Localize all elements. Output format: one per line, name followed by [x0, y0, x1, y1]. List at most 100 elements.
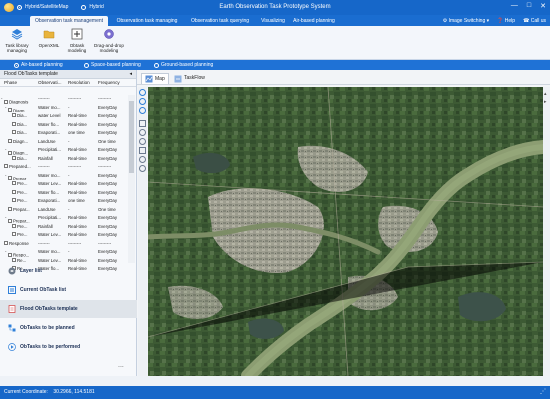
scroll-right-icon[interactable]: ▸ [544, 99, 547, 105]
tree-cell-obs: water Level [38, 113, 61, 118]
tree-cell-freq: EveryDay [98, 147, 118, 152]
satellite-map[interactable] [148, 87, 543, 376]
tab-map[interactable]: Map [141, 73, 169, 84]
pan-icon[interactable] [139, 107, 146, 114]
row-checkbox[interactable] [4, 99, 8, 104]
row-checkbox[interactable] [8, 252, 12, 257]
refresh-icon[interactable] [139, 165, 146, 172]
row-checkbox[interactable] [8, 206, 12, 211]
zoom-in-icon[interactable] [139, 89, 146, 96]
scrollbar-thumb[interactable] [129, 101, 134, 173]
tree-row[interactable]: Pre... Rainfall Real-time EveryDay [0, 223, 128, 232]
resize-grip-icon[interactable]: ⋰ [540, 386, 546, 399]
row-checkbox[interactable] [8, 218, 12, 223]
row-checkbox[interactable] [12, 189, 16, 194]
tree-cell-freq: EveryDay [98, 104, 118, 110]
tree-row[interactable]: Prepared... -------- --------- --------- [0, 163, 128, 172]
nav-layer-list[interactable]: Layer list [0, 262, 137, 280]
nav-obtasks-to-be-planned[interactable]: ObTasks to be planned [0, 319, 137, 337]
tab-observation-task-managing[interactable]: Observation task managing [112, 16, 182, 26]
tree-row[interactable]: Response -------- --------- --------- [0, 240, 128, 249]
tree-scrollbar[interactable] [128, 95, 135, 263]
select-icon[interactable] [139, 129, 146, 136]
tree-row[interactable]: -Prepar... Precipitati... Real-time EveryDa… [0, 214, 128, 223]
call-us-menu[interactable]: ☎ Call us [523, 16, 546, 26]
tab-visualizing[interactable]: Visualizing [258, 16, 288, 26]
col-observation[interactable]: Observati... [38, 79, 68, 86]
row-checkbox[interactable] [12, 198, 16, 203]
row-checkbox[interactable] [12, 181, 16, 186]
tree-row[interactable]: Prepar... LandUse - One time [0, 206, 128, 215]
image-switching-menu[interactable]: ⚙ Image Switching ▾ [443, 16, 489, 26]
more-options-button[interactable]: ... [118, 362, 124, 369]
tree-cell-freq: EveryDay [98, 215, 118, 220]
ground-label: Ground-based planning [161, 62, 214, 68]
tree-cell-phase: Diagn... [0, 138, 38, 147]
tree-cell-res: one time [68, 130, 85, 135]
tree-cell-phase: -Diagn... [0, 146, 38, 155]
row-checkbox[interactable] [8, 176, 12, 180]
scroll-up-icon[interactable]: ▴ [544, 91, 547, 97]
tree-row[interactable]: -Diagn... Precipitati... Real-time EveryDay [0, 146, 128, 155]
row-checkbox[interactable] [4, 240, 8, 245]
tab-observation-task-management[interactable]: Observation task management [30, 16, 108, 26]
tree-row[interactable]: -Diagn... Water mo... - EveryDay [0, 104, 128, 112]
row-checkbox[interactable] [4, 164, 8, 169]
tree-cell-phase: -Prepar... [0, 214, 38, 223]
ground-based-planning-option[interactable]: Ground-based planning [154, 62, 213, 68]
tree-row[interactable]: -Respo... Water mo... - EveryDay [0, 248, 128, 257]
maximize-button[interactable]: □ [527, 2, 531, 10]
nav-flood-obtasks-template[interactable]: Flood ObTasks template [0, 300, 137, 318]
help-menu[interactable]: ❓ Help [497, 16, 515, 26]
tree-row[interactable]: -Diagnosis -------- --------- --------- [0, 95, 128, 104]
collapse-panel-icon[interactable]: ◂ [129, 70, 132, 79]
tree-row[interactable]: Pre... Water Lev... Real-time EveryDay [0, 180, 128, 189]
locate-icon[interactable] [139, 156, 146, 163]
air-based-planning-option[interactable]: Air-based planning [14, 62, 63, 68]
col-frequency[interactable]: Frequency [98, 79, 128, 86]
tab-observation-task-querying[interactable]: Observation task querying [186, 16, 254, 26]
nav-current-obtask-list[interactable]: Current ObTask list [0, 281, 137, 299]
draw-icon[interactable] [139, 147, 146, 154]
row-checkbox[interactable] [12, 223, 16, 228]
row-checkbox[interactable] [8, 150, 12, 155]
tab-air-based-planning[interactable]: Air-based planning [292, 16, 336, 26]
nav-obtasks-to-be-performed[interactable]: ObTasks to be performed [0, 338, 137, 356]
row-checkbox[interactable] [12, 232, 16, 237]
measure-icon[interactable] [139, 120, 146, 127]
tree-row[interactable]: Dia... Rainfall Real-time EveryDay [0, 155, 128, 164]
space-based-planning-option[interactable]: Space-based planning [84, 62, 141, 68]
tree-cell-freq: EveryDay [98, 130, 118, 135]
tree-row[interactable]: Pre... Evaporati... one time EveryDay [0, 197, 128, 206]
tree-row[interactable]: -Prepar... Water mo... - EveryDay [0, 172, 128, 180]
identify-icon[interactable] [139, 138, 146, 145]
tree-cell-freq: --------- [98, 96, 112, 101]
tree-row[interactable]: Dia... water Level Real-time EveryDay [0, 112, 128, 121]
nav-layer-list-label: Layer list [20, 268, 42, 274]
col-phase[interactable]: Phase [0, 79, 38, 86]
obtask-modeling-button[interactable]: Obtask modeling [64, 28, 90, 53]
zoom-out-icon[interactable] [139, 98, 146, 105]
close-button[interactable]: ✕ [540, 2, 546, 10]
panel-title: Flood ObTasks template [4, 71, 58, 77]
tree-row[interactable]: Pre... Water flo... Real-time EveryDay [0, 189, 128, 198]
tree-cell-obs: Water flo... [38, 189, 60, 195]
tree-row[interactable]: Dia... Water flo... Real-time EveryDay [0, 121, 128, 130]
drag-drop-modeling-button[interactable]: Drag-and-drop modeling [92, 28, 126, 53]
tree-row[interactable]: Pre... Water Lev... Real-time EveryDay [0, 231, 128, 240]
row-checkbox[interactable] [12, 130, 16, 135]
task-library-managing-button[interactable]: Task library managing [2, 28, 32, 53]
tree-row[interactable]: Diagn... LandUse - One time [0, 138, 128, 147]
row-checkbox[interactable] [12, 121, 16, 126]
phase-text: Dia... [17, 121, 28, 127]
minimize-button[interactable]: — [511, 2, 518, 10]
tree-row[interactable]: Dia... Evaporati... one time EveryDay [0, 129, 128, 138]
map-right-scroll[interactable]: ▴ ▸ [543, 87, 550, 376]
row-checkbox[interactable] [8, 108, 12, 112]
row-checkbox[interactable] [12, 113, 16, 118]
row-checkbox[interactable] [8, 138, 12, 143]
row-checkbox[interactable] [12, 155, 16, 160]
col-resolution[interactable]: Resolution [68, 79, 98, 86]
tab-taskflow[interactable]: TaskFlow [171, 73, 208, 84]
openxml-button[interactable]: OpenXML [36, 28, 62, 48]
